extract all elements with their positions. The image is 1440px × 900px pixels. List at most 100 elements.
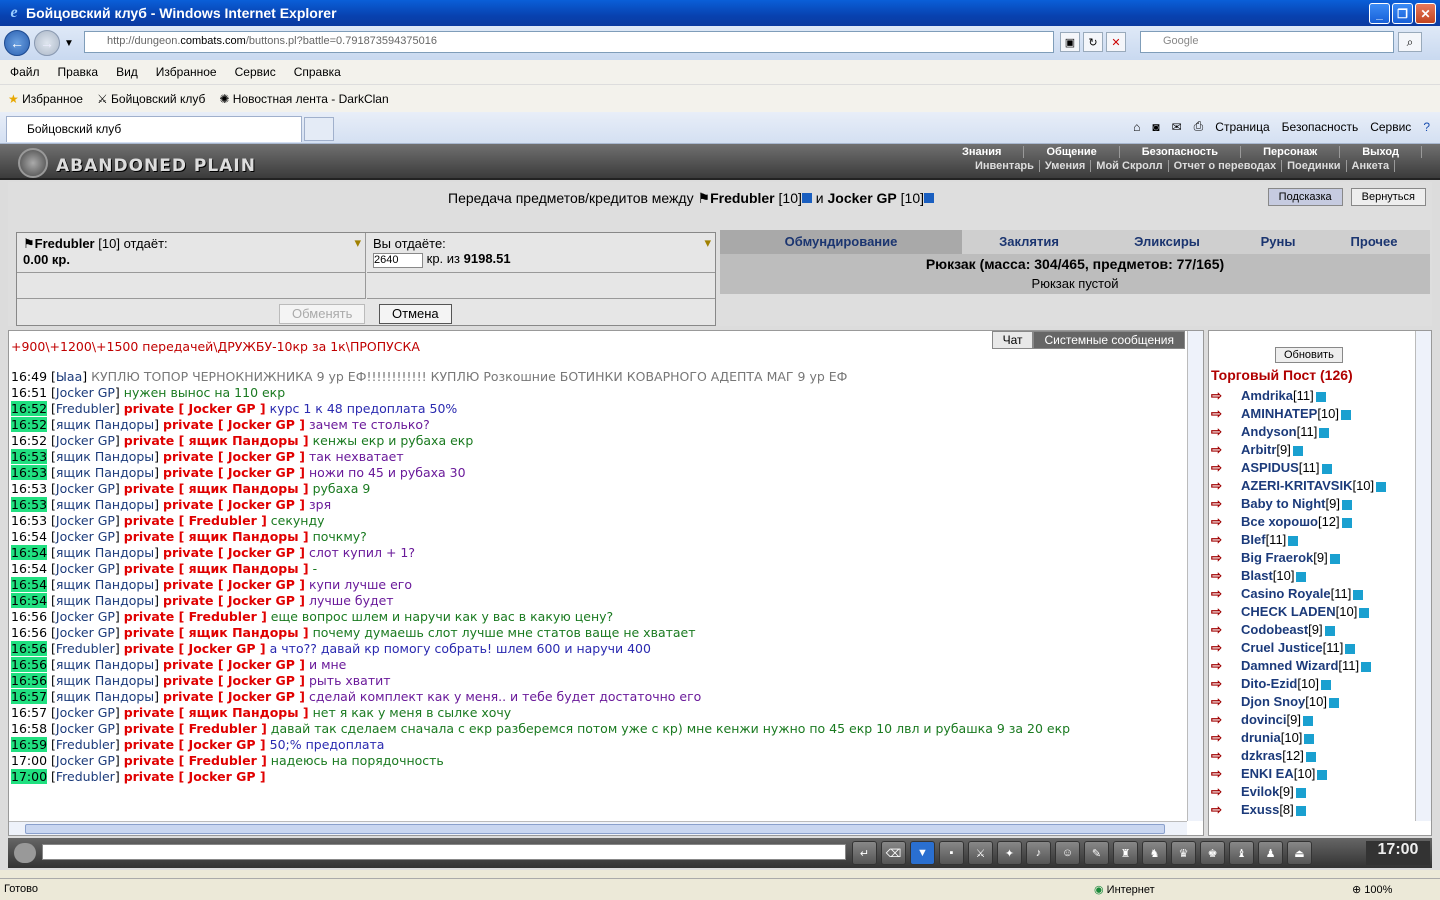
player-row[interactable]: ⇨ dovinci[9] (1211, 711, 1417, 729)
private-arrow-icon[interactable]: ⇨ (1211, 495, 1241, 513)
cmd-tools[interactable]: Сервис (1370, 120, 1411, 134)
chat-hscroll-thumb[interactable] (25, 824, 1165, 834)
player-row[interactable]: ⇨ Damned Wizard[11] (1211, 657, 1417, 675)
menu-help[interactable]: Справка (294, 65, 341, 79)
player-row[interactable]: ⇨ ENKI EA[10] (1211, 765, 1417, 783)
info-icon[interactable] (924, 193, 935, 203)
player-row[interactable]: ⇨ Cruel Justice[11] (1211, 639, 1417, 657)
info-icon[interactable] (1304, 733, 1315, 744)
private-arrow-icon[interactable]: ⇨ (1211, 441, 1241, 459)
player-name[interactable]: Djon Snoy (1241, 694, 1305, 709)
clear-icon[interactable]: ⌫ (881, 841, 906, 865)
player-name[interactable]: Evilok (1241, 784, 1279, 799)
cmd-security[interactable]: Безопасность (1282, 120, 1359, 134)
message-time[interactable]: 16:52 (11, 433, 47, 448)
new-tab-button[interactable] (304, 117, 334, 141)
message-private-target[interactable]: private [ Jocker GP ] (124, 401, 266, 416)
message-private-target[interactable]: private [ Jocker GP ] (124, 769, 266, 784)
info-icon[interactable] (1376, 481, 1387, 492)
private-arrow-icon[interactable]: ⇨ (1211, 693, 1241, 711)
private-arrow-icon[interactable]: ⇨ (1211, 585, 1241, 603)
subnav-fights[interactable]: Поединки (1282, 160, 1347, 172)
message-private-target[interactable]: private [ Jocker GP ] (163, 593, 305, 608)
subnav-inventory[interactable]: Инвентарь (970, 160, 1040, 172)
player-row[interactable]: ⇨ Amdrika[11] (1211, 387, 1417, 405)
fav-item-news[interactable]: ✺ Новостная лента - DarkClan (219, 92, 388, 106)
player-row[interactable]: ⇨ BIef[11] (1211, 531, 1417, 549)
menu-view[interactable]: Вид (116, 65, 138, 79)
tab-club[interactable]: Бойцовский клуб (6, 116, 302, 142)
player-row[interactable]: ⇨ Baby to Night[9] (1211, 495, 1417, 513)
magic-icon[interactable]: ✦ (997, 841, 1022, 865)
message-author[interactable]: Jocker GP (56, 433, 115, 448)
nav-security[interactable]: Безопасность (1120, 146, 1242, 158)
message-time[interactable]: 16:54 (11, 577, 48, 592)
message-time[interactable]: 17:00 (11, 753, 47, 768)
player-row[interactable]: ⇨ Big Fraerok[9] (1211, 549, 1417, 567)
message-private-target[interactable]: private [ Jocker GP ] (163, 545, 305, 560)
player-row[interactable]: ⇨ AZERI-KRITAVSIK[10] (1211, 477, 1417, 495)
player-row[interactable]: ⇨ dzkras[12] (1211, 747, 1417, 765)
message-author[interactable]: ящик Пандоры (56, 417, 154, 432)
tab-equipment[interactable]: Обмундирование (720, 230, 962, 254)
player-name[interactable]: Все хорошо (1241, 514, 1318, 529)
cmd-page[interactable]: Страница (1215, 120, 1269, 134)
message-private-target[interactable]: private [ Fredubler ] (124, 753, 267, 768)
transfer-player2[interactable]: Jocker GP (828, 190, 897, 206)
message-time[interactable]: 16:53 (11, 465, 48, 480)
message-author[interactable]: ящик Пандоры (56, 449, 154, 464)
menu-edit[interactable]: Правка (58, 65, 99, 79)
player-name[interactable]: Cruel Justice (1241, 640, 1323, 655)
player-name[interactable]: Arbitr (1241, 442, 1276, 457)
message-private-target[interactable]: private [ Jocker GP ] (163, 577, 305, 592)
player-row[interactable]: ⇨ AMINHATEP[10] (1211, 405, 1417, 423)
player-name[interactable]: dzkras (1241, 748, 1282, 763)
fav-item-club[interactable]: ⚔ Бойцовский клуб (97, 92, 205, 106)
message-private-target[interactable]: private [ Jocker GP ] (163, 689, 305, 704)
player-name[interactable]: drunia (1241, 730, 1281, 745)
info-icon[interactable] (1328, 697, 1339, 708)
message-time[interactable]: 16:52 (11, 417, 48, 432)
message-time[interactable]: 16:56 (11, 673, 48, 688)
info-icon[interactable] (1324, 625, 1335, 636)
message-time[interactable]: 16:58 (11, 721, 47, 736)
favorites-button[interactable]: ★ Избранное (8, 92, 83, 106)
private-arrow-icon[interactable]: ⇨ (1211, 801, 1241, 819)
private-arrow-icon[interactable]: ⇨ (1211, 621, 1241, 639)
player-row[interactable]: ⇨ Casino Royale[11] (1211, 585, 1417, 603)
message-author[interactable]: Fredubler (56, 401, 115, 416)
info-icon[interactable] (1341, 409, 1351, 420)
player-name[interactable]: ENKI EA (1241, 766, 1294, 781)
message-time[interactable]: 16:51 (11, 385, 47, 400)
hint-button[interactable]: Подсказка (1267, 188, 1343, 206)
info-icon[interactable] (1296, 571, 1307, 582)
nav-knowledge[interactable]: Знания (940, 146, 1025, 158)
transfer-player1[interactable]: Fredubler (710, 190, 775, 206)
message-author[interactable]: Ыаа (56, 369, 82, 384)
player-name[interactable]: Casino Royale (1241, 586, 1331, 601)
message-private-target[interactable]: private [ ящик Пандоры ] (124, 529, 309, 544)
nav-exit[interactable]: Выход (1340, 146, 1422, 158)
message-time[interactable]: 16:56 (11, 641, 48, 656)
private-arrow-icon[interactable]: ⇨ (1211, 675, 1241, 693)
message-author[interactable]: Jocker GP (56, 561, 115, 576)
private-arrow-icon[interactable]: ⇨ (1211, 747, 1241, 765)
info-icon[interactable] (1341, 499, 1352, 510)
zoom-control[interactable]: ⊕ 100% (1352, 883, 1392, 896)
message-author[interactable]: ящик Пандоры (56, 577, 154, 592)
subnav-scroll[interactable]: Мой Скролл (1091, 160, 1169, 172)
back-game-button[interactable]: Вернуться (1350, 188, 1426, 206)
message-time[interactable]: 16:52 (11, 401, 48, 416)
history-dropdown-icon[interactable]: ▼ (64, 38, 74, 49)
close-button[interactable]: ✕ (1415, 3, 1436, 24)
info-icon[interactable] (1345, 643, 1356, 654)
subnav-transfer-report[interactable]: Отчет о переводах (1169, 160, 1283, 172)
menu-file[interactable]: Файл (10, 65, 40, 79)
player-name[interactable]: Damned Wizard (1241, 658, 1338, 673)
info-icon[interactable] (1329, 553, 1340, 564)
message-private-target[interactable]: private [ Jocker GP ] (124, 641, 266, 656)
message-time[interactable]: 16:57 (11, 705, 47, 720)
message-author[interactable]: Jocker GP (56, 705, 115, 720)
info-icon[interactable] (1292, 445, 1303, 456)
info-icon[interactable] (1295, 805, 1306, 816)
